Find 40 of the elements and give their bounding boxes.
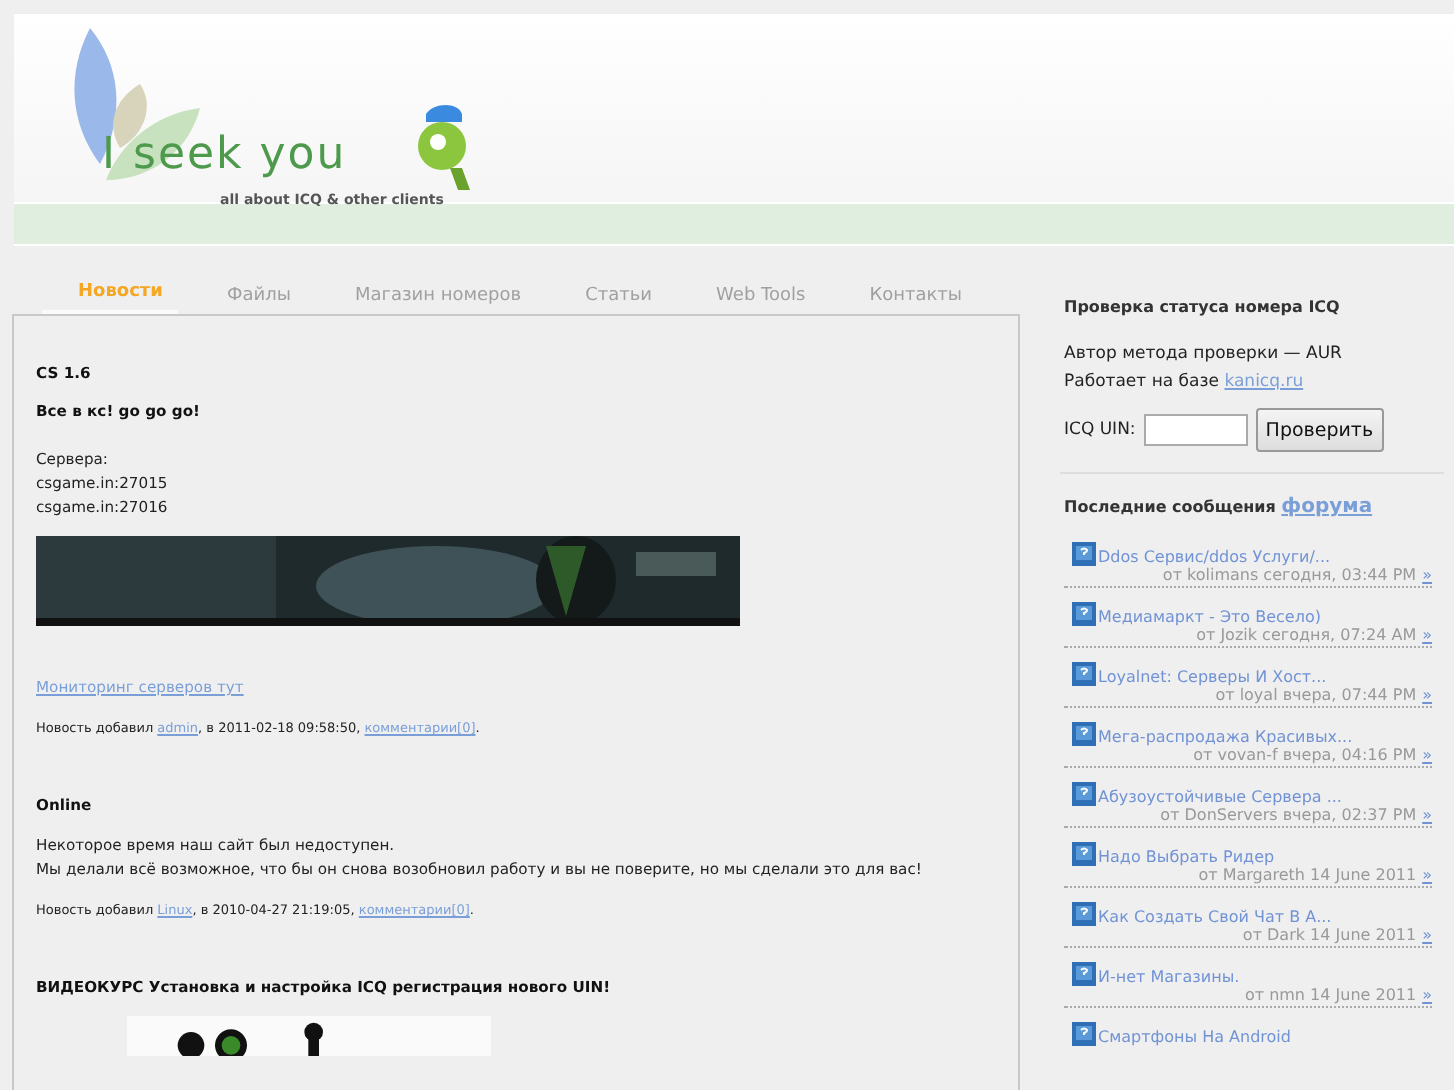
post-meta: от Jozik сегодня, 07:24 AM (1196, 626, 1417, 644)
forum-post-link[interactable]: Ddos Сервис/ddos Услуги/... (1098, 548, 1331, 566)
forum-link[interactable]: форума (1281, 496, 1373, 518)
nav-tab[interactable]: Файлы (190, 286, 307, 314)
status-check-title: Проверка статуса номера ICQ (1064, 298, 1342, 316)
post-meta: от Margareth 14 June 2011 (1198, 866, 1417, 884)
forum-post-link[interactable]: Абузоустойчивые Сервера ... (1098, 788, 1342, 806)
more-link[interactable]: » (1422, 926, 1432, 944)
more-link[interactable]: » (1422, 566, 1432, 584)
nav-tab[interactable]: Статьи (549, 286, 669, 314)
nav-tab[interactable]: Web Tools (680, 286, 822, 314)
forum-post-link[interactable]: Медиамаркт - Это Весело) (1098, 608, 1321, 626)
forum-post-link[interactable]: Мега-распродажа Красивых... (1098, 728, 1353, 746)
post-meta: от kolimans сегодня, 03:44 PM (1162, 566, 1417, 584)
more-link[interactable]: » (1422, 686, 1432, 704)
nav-tab[interactable]: Новости (42, 282, 179, 314)
site-logo: I seek you (102, 130, 347, 180)
forum-post-link[interactable]: И-нет Магазины. (1098, 968, 1240, 986)
base-link[interactable]: kanicq.ru (1224, 372, 1304, 392)
forum-post-link[interactable]: Loyalnet: Серверы И Хост... (1098, 668, 1327, 686)
more-link[interactable]: » (1422, 806, 1432, 824)
post-meta: от Dark 14 June 2011 (1242, 926, 1417, 944)
post-meta: от DonServers вчера, 02:37 PM (1160, 806, 1417, 824)
base-text: Работает на базе kanicq.ru (1064, 370, 1306, 396)
uin-label: ICQ UIN: (1064, 420, 1136, 440)
nav-tab[interactable]: Контакты (833, 286, 979, 314)
more-link[interactable]: » (1422, 626, 1432, 644)
check-button[interactable]: Проверить (1255, 408, 1384, 452)
post-meta: от loyal вчера, 07:44 PM (1215, 686, 1417, 704)
more-link[interactable]: » (1422, 866, 1432, 884)
nav-tab[interactable]: Магазин номеров (318, 286, 538, 314)
post-meta: от vovan-f вчера, 04:16 PM (1193, 746, 1417, 764)
method-author: Автор метода проверки — AUR (1064, 342, 1344, 368)
post-meta: от nmn 14 June 2011 (1244, 986, 1417, 1004)
forum-post-link[interactable]: Как Создать Свой Чат В А... (1098, 908, 1332, 926)
more-link[interactable]: » (1422, 746, 1432, 764)
more-link[interactable]: » (1422, 986, 1432, 1004)
forum-post-link[interactable]: Смартфоны На Android (1098, 1028, 1291, 1046)
forum-post-link[interactable]: Надо Выбрать Ридер (1098, 848, 1275, 866)
forum-heading: Последние сообщения форума (1064, 496, 1375, 518)
